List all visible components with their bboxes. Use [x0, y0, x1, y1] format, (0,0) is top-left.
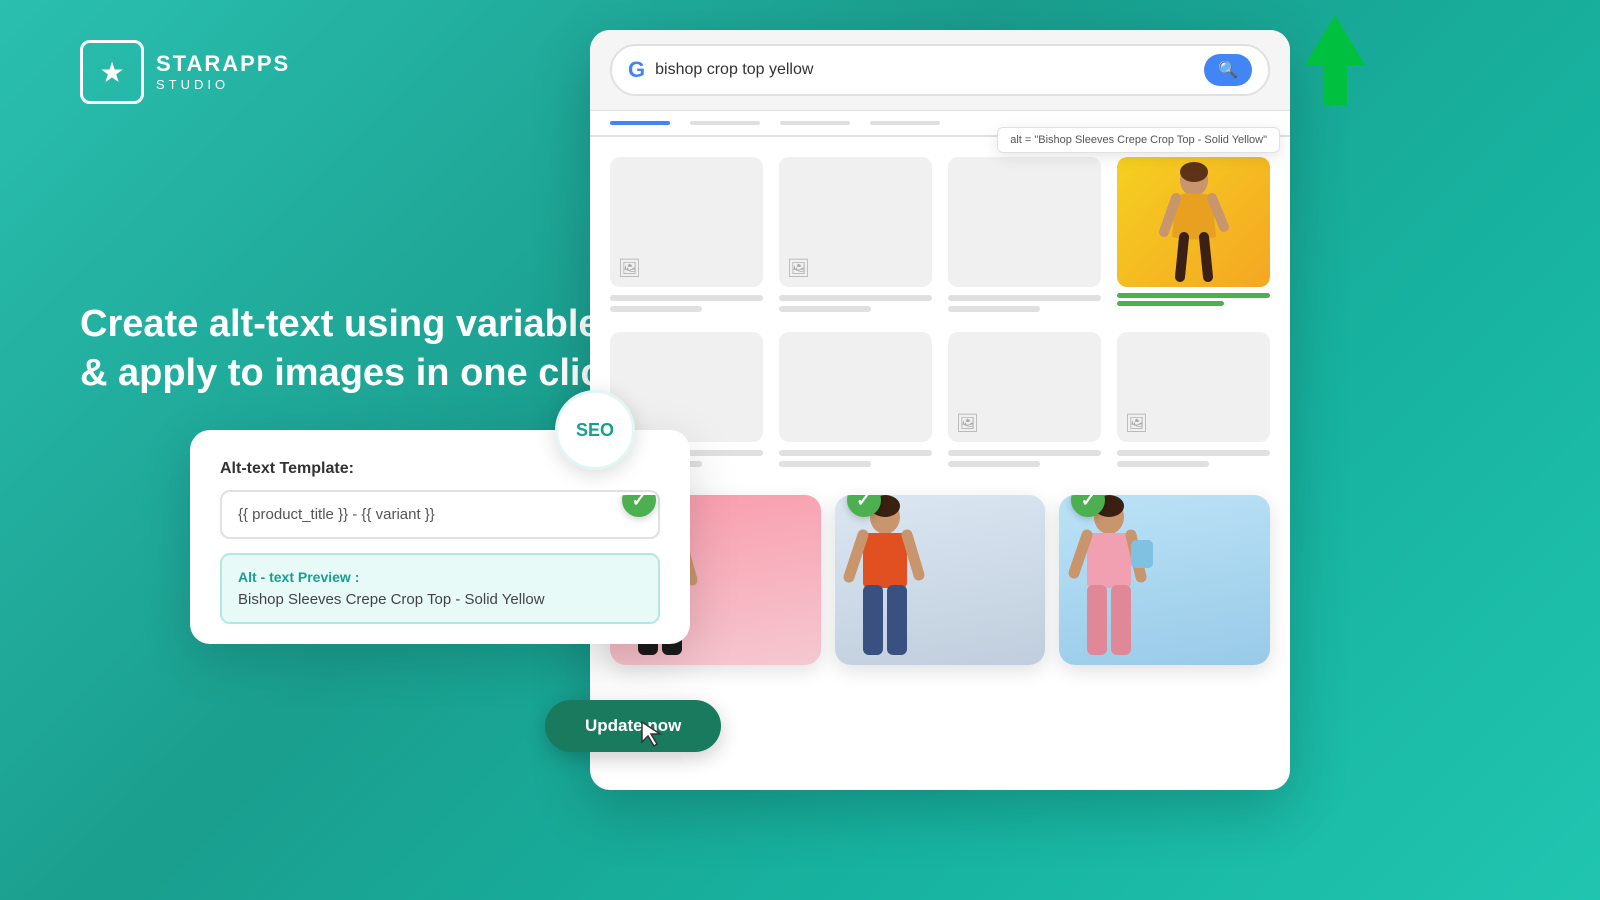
- line-3: [779, 295, 932, 301]
- person-orange-svg: [835, 495, 935, 660]
- logo: ★ STARAPPS STUDIO: [80, 40, 290, 104]
- fashion-card-pink: ✓: [1059, 495, 1270, 665]
- green-line-2: [1117, 301, 1224, 306]
- person-pink-svg: [1059, 495, 1159, 660]
- green-line-1: [1117, 293, 1270, 298]
- green-lines: [1117, 293, 1270, 306]
- fashion-img-pink: [1059, 495, 1270, 665]
- tab-videos[interactable]: [780, 121, 850, 125]
- line-4: [779, 306, 871, 312]
- image-icon-8: 🖼: [1125, 413, 1148, 434]
- search-button[interactable]: 🔍: [1204, 54, 1252, 86]
- browser-mockup: G bishop crop top yellow 🔍 🖼 🖼: [590, 30, 1290, 790]
- image-icon-7: 🖼: [956, 413, 979, 434]
- grid-cell-7: 🖼: [948, 332, 1101, 467]
- image-grid: 🖼 🖼: [590, 137, 1290, 332]
- yellow-top-person: [1154, 162, 1234, 282]
- fashion-cards-row: ✓ ✓: [590, 477, 1290, 665]
- tab-all[interactable]: [610, 121, 670, 125]
- fashion-card-orange: ✓: [835, 495, 1046, 665]
- headline: Create alt-text using variables & apply …: [80, 300, 640, 399]
- grid-cell-highlighted: alt = "Bishop Sleeves Crepe Crop Top - S…: [1117, 157, 1270, 312]
- search-bar[interactable]: G bishop crop top yellow 🔍: [610, 44, 1270, 96]
- preview-label: Alt - text Preview :: [238, 569, 642, 585]
- tab-news[interactable]: [870, 121, 940, 125]
- seo-badge: SEO: [555, 390, 635, 470]
- browser-bar: G bishop crop top yellow 🔍: [590, 30, 1290, 111]
- template-input[interactable]: [220, 490, 660, 539]
- google-logo: G: [628, 57, 645, 83]
- grid-cell-1: 🖼: [610, 157, 763, 312]
- line-6: [948, 306, 1040, 312]
- line-2: [610, 306, 702, 312]
- alt-tooltip: alt = "Bishop Sleeves Crepe Crop Top - S…: [997, 127, 1280, 153]
- grid-cell-3: [948, 157, 1101, 312]
- tab-images[interactable]: [690, 121, 760, 125]
- line-5: [948, 295, 1101, 301]
- second-grid-row: 🖼 🖼: [590, 332, 1290, 467]
- search-query: bishop crop top yellow: [655, 61, 1194, 79]
- line-1: [610, 295, 763, 301]
- preview-box: Alt - text Preview : Bishop Sleeves Crep…: [220, 553, 660, 624]
- fashion-img-orange: [835, 495, 1046, 665]
- arrow-up: [1300, 15, 1370, 110]
- logo-text: STARAPPS STUDIO: [156, 51, 290, 93]
- preview-text: Bishop Sleeves Crepe Crop Top - Solid Ye…: [238, 591, 642, 608]
- grid-cell-6: [779, 332, 932, 467]
- image-icon-1: 🖼: [618, 258, 641, 279]
- logo-icon: ★: [80, 40, 144, 104]
- grid-cell-8: 🖼: [1117, 332, 1270, 467]
- grid-cell-2: 🖼: [779, 157, 932, 312]
- image-icon-2: 🖼: [787, 258, 810, 279]
- update-now-button[interactable]: Update now: [545, 700, 721, 752]
